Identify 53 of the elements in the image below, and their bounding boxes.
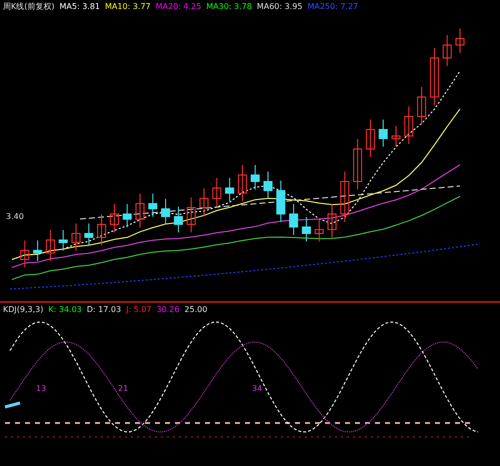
legend-label: 25.00 <box>184 304 208 315</box>
candlestick <box>366 118 375 158</box>
candlestick <box>276 180 286 222</box>
candlestick <box>72 222 80 252</box>
candlestick <box>430 47 439 106</box>
candlestick <box>58 229 68 252</box>
legend-label: 周K线(前复权) <box>3 2 54 12</box>
candlestick <box>84 222 94 246</box>
cycle-label: 34 <box>252 384 262 393</box>
legend-label: MA10: 3.77 <box>105 2 151 12</box>
candlestick <box>442 34 452 66</box>
legend-label: KDJ(9,3,3) <box>3 304 44 315</box>
price-label: 3.40 <box>6 212 24 221</box>
candlestick <box>136 193 144 228</box>
candlestick <box>238 164 247 202</box>
legend-label: MA20: 4.25 <box>156 2 202 12</box>
legend-label: J: 5.07 <box>126 304 152 315</box>
candlestick <box>392 125 400 148</box>
cycle-label: 13 <box>36 384 46 393</box>
candlestick <box>328 203 336 238</box>
legend-label: K: 34.03 <box>48 304 82 315</box>
candlestick <box>314 219 324 242</box>
signal-marker <box>4 401 20 408</box>
candlestick <box>456 28 464 54</box>
legend-label: D: 17.03 <box>86 304 122 315</box>
candlestick <box>250 164 260 190</box>
candlestick <box>212 177 222 207</box>
legend-label: 30.26 <box>156 304 180 315</box>
candlestick <box>110 203 119 233</box>
candlestick <box>353 138 362 190</box>
candlestick <box>302 216 311 242</box>
candlestick <box>33 240 42 262</box>
candlestick <box>417 86 426 125</box>
legend-label: MA60: 3.95 <box>256 2 302 12</box>
candlestick <box>97 214 106 246</box>
candlestick <box>225 177 234 202</box>
candlestick <box>404 106 414 144</box>
candlestick <box>289 203 298 236</box>
cycle-label: 21 <box>118 384 128 393</box>
legend-label: MA30: 3.78 <box>206 2 252 12</box>
candlestick <box>46 229 55 262</box>
legend-label: MA250: 7.27 <box>307 2 358 12</box>
legend-label: MA5: 3.81 <box>60 2 100 12</box>
candlestick <box>378 118 388 148</box>
candlestick <box>148 193 158 218</box>
candlestick <box>264 170 272 200</box>
candlestick <box>200 188 208 216</box>
candlestick <box>340 170 350 222</box>
candlestick <box>20 240 30 268</box>
candlestick <box>122 203 132 228</box>
candlestick <box>161 198 170 226</box>
candlestick <box>174 206 183 233</box>
candlestick <box>186 196 196 233</box>
